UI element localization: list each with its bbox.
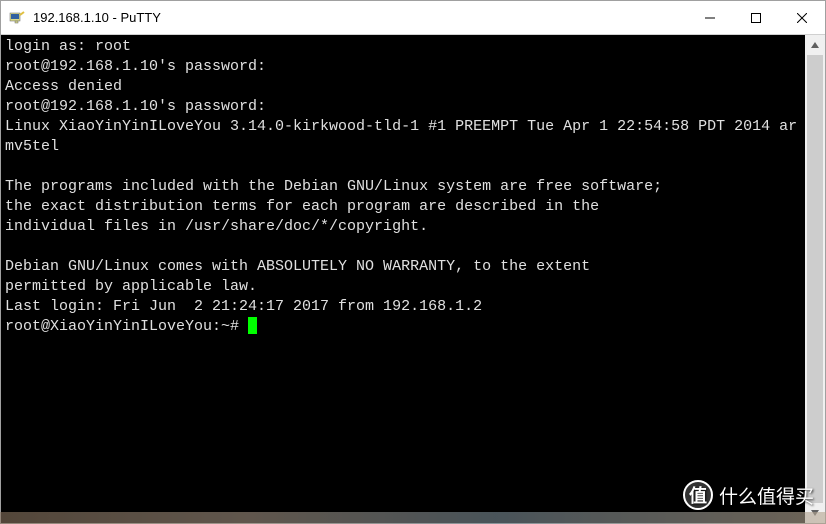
minimize-button[interactable] (687, 1, 733, 34)
window-title: 192.168.1.10 - PuTTY (33, 10, 687, 25)
scroll-track[interactable] (805, 55, 825, 503)
close-button[interactable] (779, 1, 825, 34)
putty-window: 192.168.1.10 - PuTTY login as: root root… (0, 0, 826, 524)
scroll-thumb[interactable] (807, 55, 823, 503)
watermark-text: 什么值得买 (719, 482, 814, 509)
scroll-up-icon[interactable] (805, 35, 825, 55)
window-controls (687, 1, 825, 34)
putty-icon (9, 10, 25, 26)
background-strip (0, 512, 826, 524)
terminal[interactable]: login as: root root@192.168.1.10's passw… (1, 35, 805, 523)
scrollbar[interactable] (805, 35, 825, 523)
watermark-icon: 值 (683, 480, 713, 510)
watermark: 值 什么值得买 (683, 480, 814, 510)
terminal-area: login as: root root@192.168.1.10's passw… (1, 35, 825, 523)
maximize-button[interactable] (733, 1, 779, 34)
titlebar[interactable]: 192.168.1.10 - PuTTY (1, 1, 825, 35)
cursor (248, 317, 257, 334)
